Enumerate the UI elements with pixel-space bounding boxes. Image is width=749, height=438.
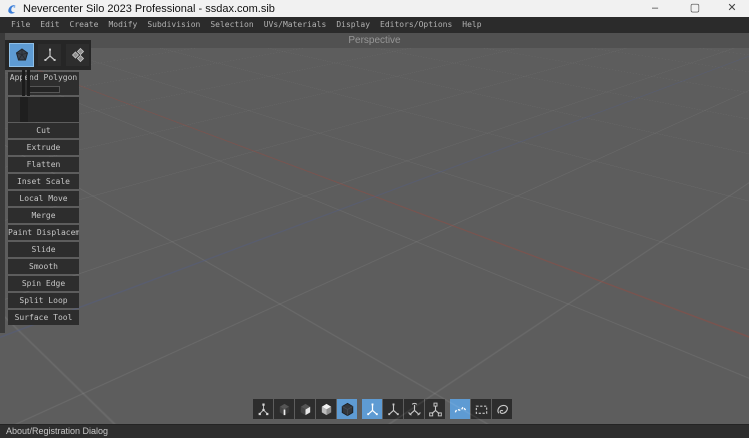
tool-button[interactable]: Merge	[8, 208, 79, 223]
object-cube-icon	[319, 402, 334, 417]
uv-tool-button[interactable]	[65, 43, 90, 67]
face-cube-icon	[298, 402, 313, 417]
menu-item[interactable]: Selection	[205, 17, 258, 33]
tool-button[interactable]: Surface Tool	[8, 310, 79, 325]
ground-grid	[0, 33, 749, 196]
scale-tripod-icon	[428, 402, 443, 417]
menu-item[interactable]: Modify	[103, 17, 142, 33]
rotate-tripod-icon	[407, 402, 422, 417]
move-tripod-icon	[386, 402, 401, 417]
manipulator-tool-button[interactable]	[362, 399, 382, 419]
edge-cube-icon	[277, 402, 292, 417]
scrollbar-artifact	[27, 70, 30, 96]
lasso-select-button[interactable]	[492, 399, 512, 419]
menu-item[interactable]: Subdivision	[142, 17, 205, 33]
paint-curve-icon	[453, 402, 468, 417]
menu-item[interactable]: Create	[65, 17, 104, 33]
object-mode-button[interactable]	[316, 399, 336, 419]
menu-bar: FileEditCreateModifySubdivisionSelection…	[0, 17, 749, 33]
window-controls: – ▢ ✕	[635, 0, 749, 17]
tripod-icon	[42, 47, 58, 63]
multiselect-mode-button[interactable]	[337, 399, 357, 419]
append-polygon-subbox	[28, 86, 60, 93]
gem-tool-button[interactable]	[9, 43, 34, 67]
vertex-mode-button[interactable]	[253, 399, 273, 419]
rotate-tool-button[interactable]	[404, 399, 424, 419]
viewport-3d[interactable]: Perspective	[0, 33, 749, 424]
append-polygon-button[interactable]: Append Polygon	[8, 72, 79, 95]
marquee-rect-icon	[474, 402, 489, 417]
scrollbar-artifact	[22, 70, 25, 96]
scale-tool-button[interactable]	[425, 399, 445, 419]
close-button[interactable]: ✕	[715, 0, 749, 17]
status-bar: About/Registration Dialog	[0, 424, 749, 438]
panel-edge-strip	[0, 33, 5, 333]
paint-select-button[interactable]	[450, 399, 470, 419]
move-tool-button[interactable]	[383, 399, 403, 419]
lasso-icon	[495, 402, 510, 417]
app-logo-icon	[6, 3, 18, 15]
tool-button[interactable]: Paint Displacement	[8, 225, 79, 240]
tool-button[interactable]: Slide	[8, 242, 79, 257]
app-window: Nevercenter Silo 2023 Professional - ssd…	[0, 0, 749, 438]
diamonds-icon	[70, 47, 86, 63]
tripod-icon	[365, 402, 380, 417]
tool-button[interactable]: Flatten	[8, 157, 79, 172]
bottom-toolbar	[253, 399, 513, 419]
menu-item[interactable]: Help	[457, 17, 486, 33]
axis-tool-button[interactable]	[37, 43, 62, 67]
maximize-button[interactable]: ▢	[675, 0, 715, 17]
hexagon-icon	[340, 402, 355, 417]
pressed-tool-button[interactable]	[8, 97, 79, 122]
tool-button-list: Cut Extrude Flatten Inset Scale Local Move Me…	[8, 123, 79, 327]
menu-item[interactable]: Editors/Options	[375, 17, 457, 33]
append-polygon-label: Append Polygon	[8, 72, 79, 83]
viewport-name-label: Perspective	[0, 35, 749, 46]
window-title: Nevercenter Silo 2023 Professional - ssd…	[23, 3, 275, 15]
title-bar: Nevercenter Silo 2023 Professional - ssd…	[0, 0, 749, 17]
area-select-button[interactable]	[471, 399, 491, 419]
vertex-icon	[256, 402, 271, 417]
menu-items: FileEditCreateModifySubdivisionSelection…	[0, 17, 749, 33]
menu-item[interactable]: UVs/Materials	[259, 17, 332, 33]
tool-mode-row	[5, 40, 91, 70]
tool-button[interactable]: Local Move	[8, 191, 79, 206]
menu-item[interactable]: Display	[331, 17, 375, 33]
tool-button[interactable]: Smooth	[8, 259, 79, 274]
menu-item[interactable]: Edit	[35, 17, 64, 33]
tool-button[interactable]: Cut	[8, 123, 79, 138]
gem-icon	[14, 47, 30, 63]
tool-button[interactable]: Spin Edge	[8, 276, 79, 291]
tool-button[interactable]: Extrude	[8, 140, 79, 155]
status-text: About/Registration Dialog	[6, 426, 108, 436]
minimize-button[interactable]: –	[635, 0, 675, 17]
face-mode-button[interactable]	[295, 399, 315, 419]
tool-button[interactable]: Split Loop	[8, 293, 79, 308]
edge-mode-button[interactable]	[274, 399, 294, 419]
tool-button[interactable]: Inset Scale	[8, 174, 79, 189]
menu-item[interactable]: File	[6, 17, 35, 33]
